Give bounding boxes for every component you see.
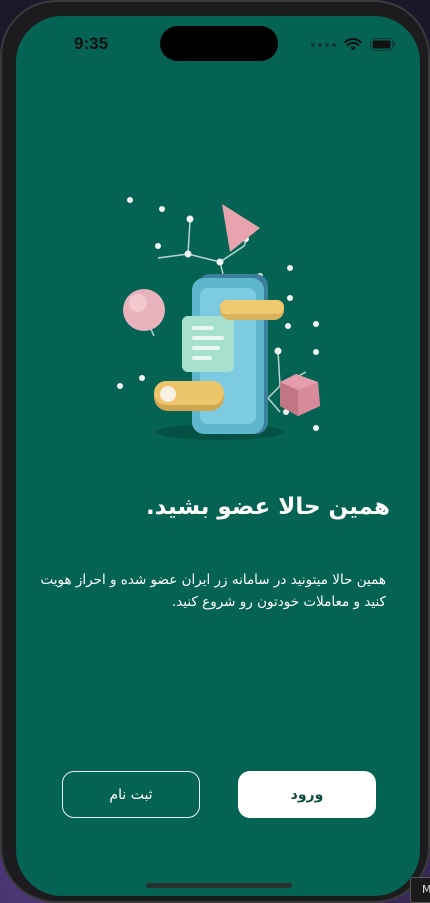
onboarding-illustration	[100, 176, 340, 446]
login-button[interactable]: ورود	[238, 771, 376, 818]
onboarding-title: همین حالا عضو بشید.	[145, 494, 390, 520]
dynamic-island	[160, 26, 278, 61]
app-screen: 9:35 همین حالا عضو بشید. همین حالا میتون…	[16, 16, 420, 896]
status-bar: 9:35	[16, 16, 420, 70]
signup-button[interactable]: ثبت نام	[62, 771, 200, 818]
login-button-label: ورود	[290, 786, 324, 803]
corner-tag: M	[410, 877, 430, 903]
signup-button-label: ثبت نام	[109, 786, 153, 803]
onboarding-description: همین حالا میتونید در سامانه زر ایران عضو…	[40, 572, 386, 610]
home-indicator[interactable]	[146, 883, 292, 888]
status-icons	[311, 38, 396, 51]
status-time: 9:35	[74, 34, 109, 53]
wifi-icon	[344, 38, 362, 51]
signal-dots-icon	[311, 42, 336, 47]
battery-icon	[370, 38, 396, 51]
phone-frame: 9:35 همین حالا عضو بشید. همین حالا میتون…	[0, 0, 430, 903]
